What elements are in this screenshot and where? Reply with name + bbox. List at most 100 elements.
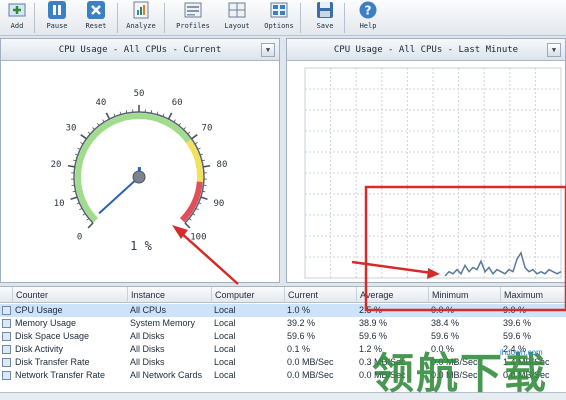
counter-icon <box>2 345 11 354</box>
gauge-tick <box>200 196 208 201</box>
table-row[interactable]: CPU Usage All CPUs Local 1.0 % 2.5 % 0.0 % 9.0… <box>0 304 566 317</box>
layout-button[interactable]: Layout <box>220 0 254 34</box>
table-cell: Local <box>214 357 236 367</box>
gauge-tick <box>167 112 173 120</box>
table-cell: System Memory <box>130 318 196 328</box>
column-header-current[interactable]: Current <box>284 287 356 303</box>
cpu-current-panel-header: CPU Usage - All CPUs - Current ▼ <box>1 39 279 61</box>
profiles-label: Profiles <box>176 22 210 30</box>
gauge-tick <box>87 222 94 229</box>
watermark-site: ihdown.com <box>500 348 543 357</box>
toolbar: Add Pause Reset Analyze Profiles Layout … <box>0 0 566 36</box>
cpu-gauge-value: 1 % <box>130 239 152 253</box>
pause-button[interactable]: Pause <box>40 0 74 34</box>
table-row[interactable]: Memory Usage System Memory Local 39.2 % 38.9… <box>0 317 566 330</box>
column-header-average[interactable]: Average <box>356 287 428 303</box>
counter-icon <box>2 332 11 341</box>
analyze-button[interactable]: Analyze <box>124 0 158 34</box>
gauge-tick <box>191 134 198 140</box>
gauge-tick <box>70 196 78 201</box>
gauge-tick-label: 30 <box>66 124 77 134</box>
table-cell: All Network Cards <box>130 370 203 380</box>
gauge-tick-label: 10 <box>54 199 65 209</box>
layout-icon <box>228 2 246 18</box>
gauge-tick-label: 90 <box>213 199 224 209</box>
save-button[interactable]: Save <box>308 0 342 34</box>
column-header-instance[interactable]: Instance <box>127 287 211 303</box>
gauge-hub <box>132 170 146 184</box>
table-cell: All Disks <box>130 331 165 341</box>
gauge-tick <box>203 164 211 168</box>
profiles-button[interactable]: Profiles <box>176 0 210 34</box>
gauge-yellow-zone <box>185 139 203 183</box>
table-cell: All Disks <box>130 344 165 354</box>
reset-label: Reset <box>85 22 107 30</box>
cpu-history-panel-title: CPU Usage - All CPUs - Last Minute <box>333 45 519 55</box>
panel-dropdown-button[interactable]: ▼ <box>547 43 561 57</box>
column-header-maximum[interactable]: Maximum <box>500 287 566 303</box>
table-cell: All Disks <box>130 357 165 367</box>
options-label: Options <box>264 22 294 30</box>
gauge-tick <box>97 123 100 126</box>
help-label: Help <box>359 22 377 30</box>
analyze-label: Analyze <box>126 22 156 30</box>
table-cell: 38.9 % <box>359 318 388 328</box>
gauge-tick <box>67 164 75 168</box>
cpu-history-graph <box>304 67 562 279</box>
table-cell: Local <box>214 370 236 380</box>
gauge-tick <box>187 131 191 135</box>
gauge-tick-label: 80 <box>217 160 228 170</box>
chevron-down-icon: ▼ <box>265 46 271 54</box>
add-icon <box>8 3 26 17</box>
gauge-needle <box>98 176 140 215</box>
chevron-down-icon: ▼ <box>551 46 557 54</box>
analyze-icon <box>133 1 149 19</box>
cpu-current-panel: CPU Usage - All CPUs - Current ▼ 0 10 20 30… <box>0 38 280 283</box>
svg-text:?: ? <box>365 4 372 18</box>
column-header-minimum[interactable]: Minimum <box>428 287 500 303</box>
gauge-tick-label: 50 <box>134 89 145 99</box>
save-label: Save <box>316 22 334 30</box>
table-cell: 0.0 MB/Sec <box>287 370 334 380</box>
gauge-tick <box>178 123 181 126</box>
gauge-tick-label: 70 <box>202 124 213 134</box>
options-icon <box>270 2 288 18</box>
table-cell: 0.1 % <box>287 344 311 354</box>
table-cell: Disk Space Usage <box>15 331 90 341</box>
table-cell: 2.5 % <box>359 305 383 315</box>
table-cell: 0.0 % <box>431 305 455 315</box>
table-cell: 38.4 % <box>431 318 460 328</box>
gauge-tick <box>183 127 186 130</box>
cpu-history-panel-header: CPU Usage - All CPUs - Last Minute ▼ <box>287 39 565 61</box>
app-window: Add Pause Reset Analyze Profiles Layout … <box>0 0 566 400</box>
column-header-computer[interactable]: Computer <box>211 287 284 303</box>
table-cell: 9.0 % <box>503 305 527 315</box>
table-cell: Disk Activity <box>15 344 64 354</box>
add-button[interactable]: Add <box>0 0 34 34</box>
gauge-tick <box>87 131 91 135</box>
table-cell: 0.0 MB/Sec <box>287 357 334 367</box>
reset-button[interactable]: Reset <box>79 0 113 34</box>
table-cell: 59.6 % <box>287 331 316 341</box>
gauge-tick-label: 40 <box>95 98 106 108</box>
column-header-counter[interactable]: Counter <box>12 287 127 303</box>
save-icon <box>317 2 333 18</box>
reset-icon <box>87 1 105 19</box>
toolbar-separator <box>300 3 301 33</box>
table-cell: All CPUs <box>130 305 167 315</box>
table-cell: Network Transfer Rate <box>15 370 106 380</box>
table-cell: CPU Usage <box>15 305 63 315</box>
panel-dropdown-button[interactable]: ▼ <box>261 43 275 57</box>
table-cell: 39.2 % <box>287 318 316 328</box>
gauge-tick <box>80 134 87 140</box>
gauge-tick <box>184 222 191 229</box>
gauge-red-zone <box>179 181 203 223</box>
help-button[interactable]: ? Help <box>351 0 385 34</box>
table-cell: 39.6 % <box>503 318 532 328</box>
counter-icon <box>2 319 11 328</box>
gauge-tick <box>105 112 111 120</box>
table-cell: 1.0 % <box>287 305 311 315</box>
options-button[interactable]: Options <box>262 0 296 34</box>
counter-icon <box>2 358 11 367</box>
gauge-tick <box>188 218 192 221</box>
